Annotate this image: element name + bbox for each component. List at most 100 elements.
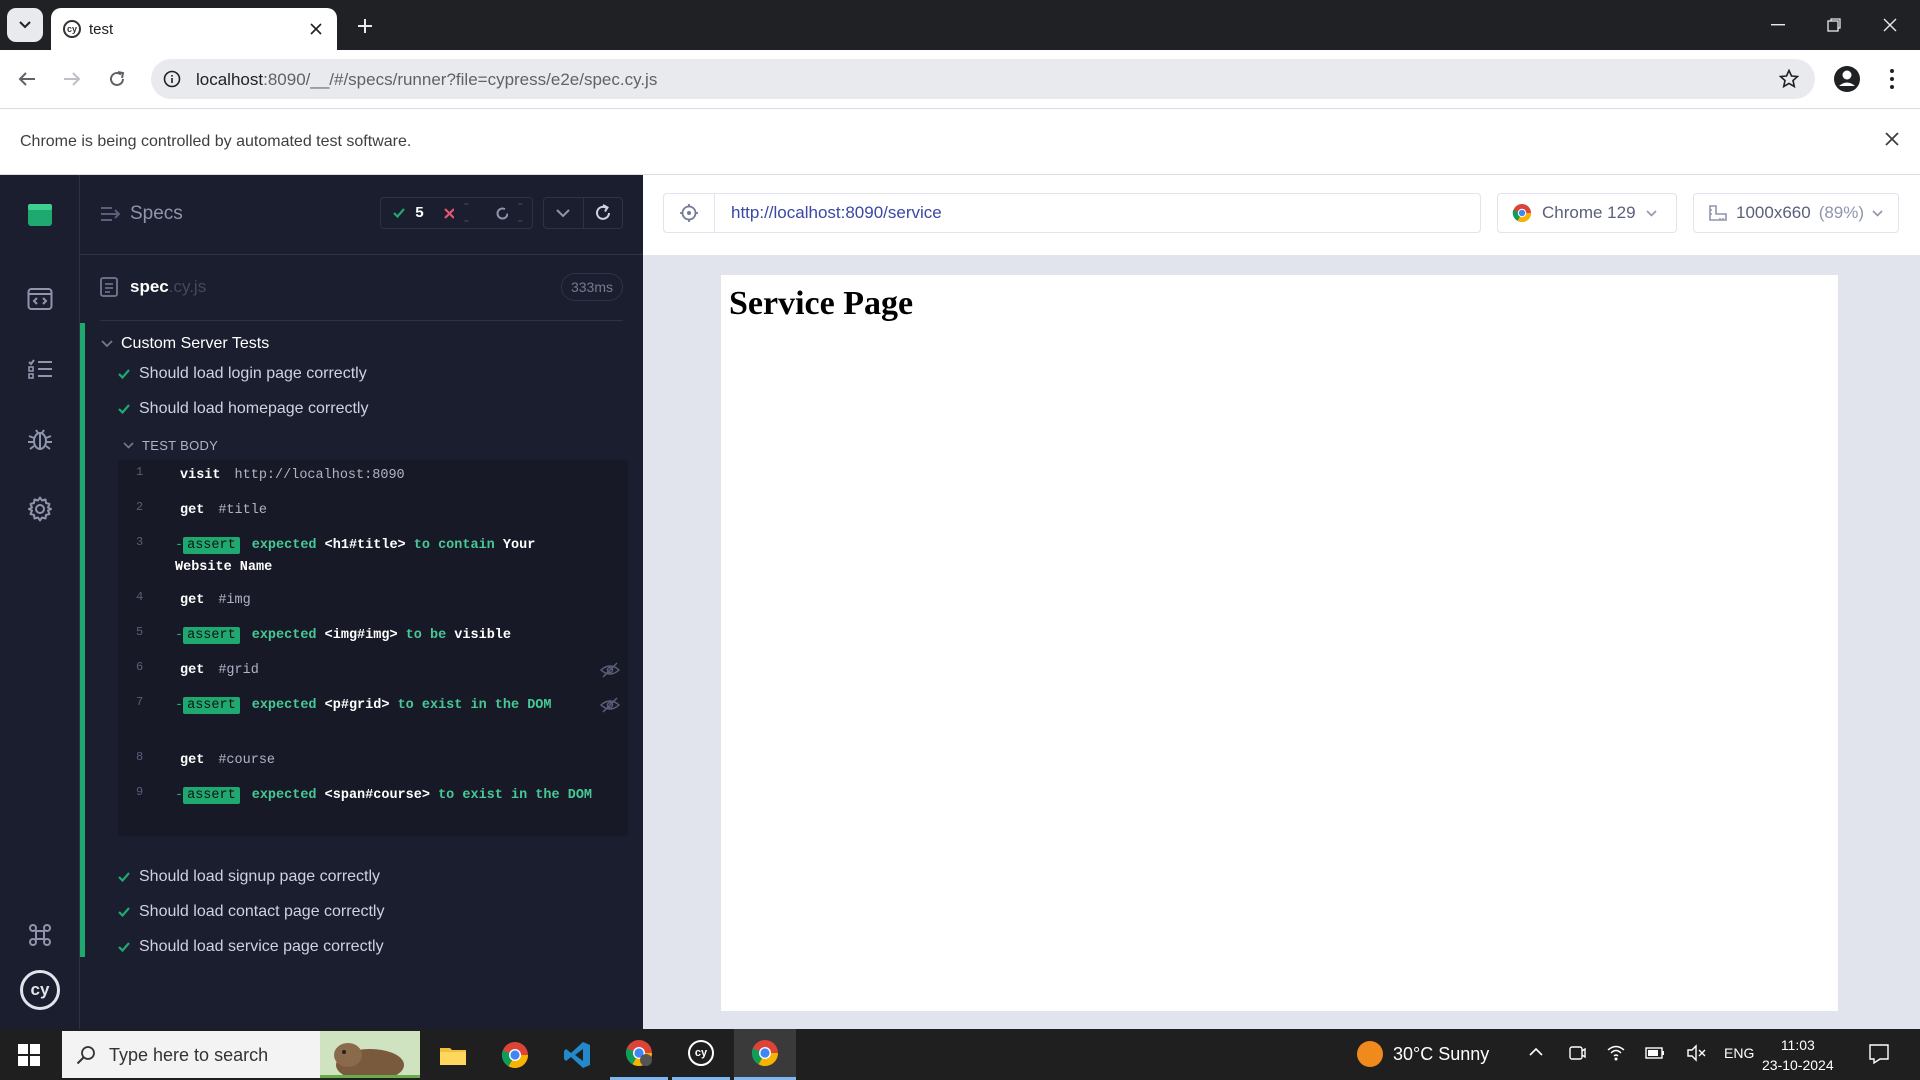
- tab-search-button[interactable]: [7, 8, 43, 42]
- command-log-reporter: Specs 5 -- -- spec.cy.js 333ms Custom Se…: [80, 175, 643, 1029]
- runs-nav-icon[interactable]: [20, 279, 60, 319]
- command-name: visit: [180, 468, 221, 483]
- command-message: #grid: [218, 663, 259, 678]
- eye-slash-icon: [600, 697, 620, 713]
- site-info-icon[interactable]: [163, 70, 181, 88]
- spec-file-header: spec.cy.js 333ms: [100, 273, 623, 321]
- check-icon: [118, 942, 130, 952]
- url-path: :8090/__/#/specs/runner?file=cypress/e2e…: [263, 70, 658, 89]
- reporter-header: Specs 5 -- --: [80, 175, 643, 255]
- assert-text: expected: [251, 628, 317, 643]
- chevron-up-icon[interactable]: [1528, 1044, 1544, 1060]
- sun-icon: [1357, 1041, 1383, 1067]
- assert-value: DOM: [567, 788, 593, 803]
- command-number: 7: [136, 695, 144, 709]
- window-close-icon[interactable]: [1862, 0, 1918, 50]
- command-name: get: [180, 503, 205, 518]
- speaker-muted-icon[interactable]: [1686, 1044, 1706, 1062]
- windows-taskbar: Type here to search cy 30°C Sunny ENG 11…: [0, 1029, 1920, 1080]
- forward-arrow-icon[interactable]: [55, 62, 89, 96]
- new-tab-icon[interactable]: [352, 13, 378, 39]
- automation-infobar: Chrome is being controlled by automated …: [0, 108, 1920, 175]
- infobar-close-icon[interactable]: [1884, 131, 1900, 147]
- search-placeholder: Type here to search: [109, 1045, 269, 1065]
- address-url[interactable]: localhost:8090/__/#/specs/runner?file=cy…: [196, 70, 657, 90]
- test-row[interactable]: Should load login page correctly: [118, 365, 367, 383]
- browser-selector[interactable]: Chrome 129: [1497, 193, 1677, 233]
- spec-name-text: spec: [130, 277, 169, 296]
- pending-stat: --: [496, 196, 532, 230]
- debug-bug-icon[interactable]: [20, 419, 60, 459]
- suite-block: Custom Server Tests Should load login pa…: [80, 323, 643, 957]
- address-bar[interactable]: localhost:8090/__/#/specs/runner?file=cy…: [151, 59, 1815, 99]
- minimize-icon[interactable]: [1750, 0, 1806, 50]
- specs-toggle-button[interactable]: Specs: [100, 203, 183, 225]
- cypress-logo-icon[interactable]: cy: [20, 970, 60, 1010]
- wifi-icon[interactable]: [1607, 1044, 1625, 1062]
- taskbar-search[interactable]: Type here to search: [62, 1031, 420, 1078]
- windows-start-icon[interactable]: [0, 1029, 58, 1080]
- command-message: http://localhost:8090: [234, 468, 405, 483]
- command-number: 3: [136, 535, 144, 549]
- command-name: get: [180, 593, 205, 608]
- chrome-taskbar-icon[interactable]: [486, 1029, 544, 1080]
- test-row[interactable]: Should load service page correctly: [118, 938, 384, 956]
- chrome-profile-icon[interactable]: [610, 1029, 668, 1080]
- project-icon[interactable]: [20, 195, 60, 235]
- keyboard-shortcuts-icon[interactable]: [20, 915, 60, 955]
- test-row[interactable]: Should load signup page correctly: [118, 868, 380, 886]
- test-body-toggle[interactable]: TEST BODY: [123, 438, 218, 453]
- search-icon: [76, 1046, 95, 1065]
- cypress-taskbar-icon[interactable]: cy: [672, 1029, 730, 1080]
- command-name: get: [180, 753, 205, 768]
- test-row[interactable]: Should load homepage correctly: [118, 400, 368, 418]
- file-explorer-icon[interactable]: [424, 1029, 482, 1080]
- bookmark-star-icon[interactable]: [1779, 69, 1799, 89]
- assert-badge: assert: [183, 697, 240, 714]
- chevron-down-icon: [19, 21, 31, 29]
- language-indicator[interactable]: ENG: [1724, 1045, 1754, 1061]
- test-stats: 5 -- --: [380, 196, 533, 230]
- specs-list-nav-icon[interactable]: [20, 349, 60, 389]
- tab-close-icon[interactable]: [305, 18, 327, 40]
- back-arrow-icon[interactable]: [10, 62, 44, 96]
- clock-date: 23-10-2024: [1762, 1057, 1834, 1073]
- assert-text: to contain: [413, 538, 495, 553]
- profile-avatar-icon[interactable]: [1832, 64, 1862, 94]
- rerun-button[interactable]: [584, 198, 623, 228]
- vscode-icon[interactable]: [548, 1029, 606, 1080]
- viewport-info[interactable]: 1000x660 (89%): [1693, 193, 1899, 233]
- battery-icon[interactable]: [1645, 1044, 1665, 1062]
- assert-subject: <img#img>: [324, 628, 398, 643]
- aut-url-field[interactable]: http://localhost:8090/service: [714, 193, 1481, 233]
- spec-duration-badge: 333ms: [560, 273, 623, 301]
- meet-now-icon[interactable]: [1568, 1044, 1586, 1062]
- command-message: #course: [218, 753, 276, 768]
- check-icon: [118, 872, 130, 882]
- settings-gear-icon[interactable]: [20, 489, 60, 529]
- chrome-active-icon[interactable]: [734, 1029, 796, 1080]
- chrome-menu-icon[interactable]: [1882, 64, 1902, 94]
- infobar-text: Chrome is being controlled by automated …: [20, 133, 412, 150]
- test-body-label: TEST BODY: [142, 438, 219, 453]
- spec-file-icon: [100, 277, 118, 297]
- browser-tab[interactable]: cy test: [51, 8, 337, 50]
- eye-slash-icon: [600, 662, 620, 678]
- test-row[interactable]: Should load contact page correctly: [118, 903, 384, 921]
- collapse-all-button[interactable]: [544, 198, 584, 228]
- restore-icon[interactable]: [1806, 0, 1862, 50]
- crosshair-icon: [680, 204, 698, 222]
- notifications-icon[interactable]: [1868, 1043, 1890, 1065]
- refresh-icon: [595, 204, 610, 220]
- browser-label: Chrome 129: [1542, 203, 1636, 222]
- selector-playground-button[interactable]: [663, 193, 715, 233]
- command-message: #img: [218, 593, 251, 608]
- command-message: #title: [218, 503, 267, 518]
- weather-widget[interactable]: 30°C Sunny: [1357, 1041, 1489, 1067]
- reload-icon[interactable]: [100, 62, 134, 96]
- test-title: Should load signup page correctly: [139, 868, 381, 885]
- suite-title-row[interactable]: Custom Server Tests: [101, 335, 269, 353]
- cypress-sidebar-nav: cy: [0, 175, 80, 1029]
- system-clock[interactable]: 11:03 23-10-2024: [1762, 1035, 1834, 1075]
- check-icon: [393, 208, 405, 218]
